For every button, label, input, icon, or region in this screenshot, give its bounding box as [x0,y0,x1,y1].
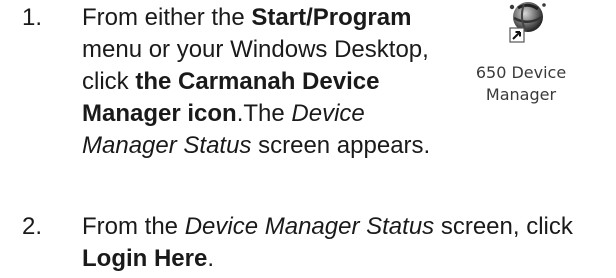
start-program-term: Start/Program [251,4,412,31]
step-2-line-2-post: . [207,245,215,272]
step-1-line-5-post: screen appears. [251,132,431,159]
step-1-line-1-pre: From either the [82,4,252,31]
step-2-line-2: Login Here. [82,243,616,275]
step-1-text: From either the Start/Program menu or yo… [82,2,472,162]
step-1-line-5: Manager Status screen appears. [82,130,472,162]
step-1-line-1: From either the Start/Program [82,2,472,34]
device-term: Device [291,100,365,127]
step-2-text: From the Device Manager Status screen, c… [82,211,616,275]
carmanah-device-term: the Carmanah Device [135,68,380,95]
step-1-line-2: menu or your Windows Desktop, [82,36,429,63]
step-1-line-4: Manager icon.The Device [82,98,472,130]
step-2-line-1: From the Device Manager Status screen, c… [82,211,616,243]
step-2-line-1-post: screen, click [434,213,573,240]
device-manager-status-term: Device Manager Status [184,213,435,240]
step-1-line-3: click the Carmanah Device [82,66,472,98]
step-2-number: 2. [22,213,43,240]
step-2: 2. From the Device Manager Status screen… [22,211,612,277]
device-manager-globe-icon [509,2,546,43]
step-2-line-1-pre: From the [82,213,185,240]
device-manager-desktop-shortcut[interactable]: 650 Device Manager [466,0,576,125]
step-1: 1. From either the Start/Program menu or… [22,2,462,172]
caption-line-2: Manager [485,85,557,104]
step-1-line-4-post: .The [236,100,292,127]
instruction-page: 1. From either the Start/Program menu or… [0,0,616,278]
step-1-number: 1. [22,4,43,31]
manager-status-term: Manager Status [82,132,252,159]
step-1-line-3-pre: click [82,68,136,95]
manager-icon-term: Manager icon [82,100,237,127]
device-manager-caption: 650 Device Manager [466,62,576,106]
caption-line-1: 650 Device [475,63,567,82]
login-here-term: Login Here [82,245,208,272]
